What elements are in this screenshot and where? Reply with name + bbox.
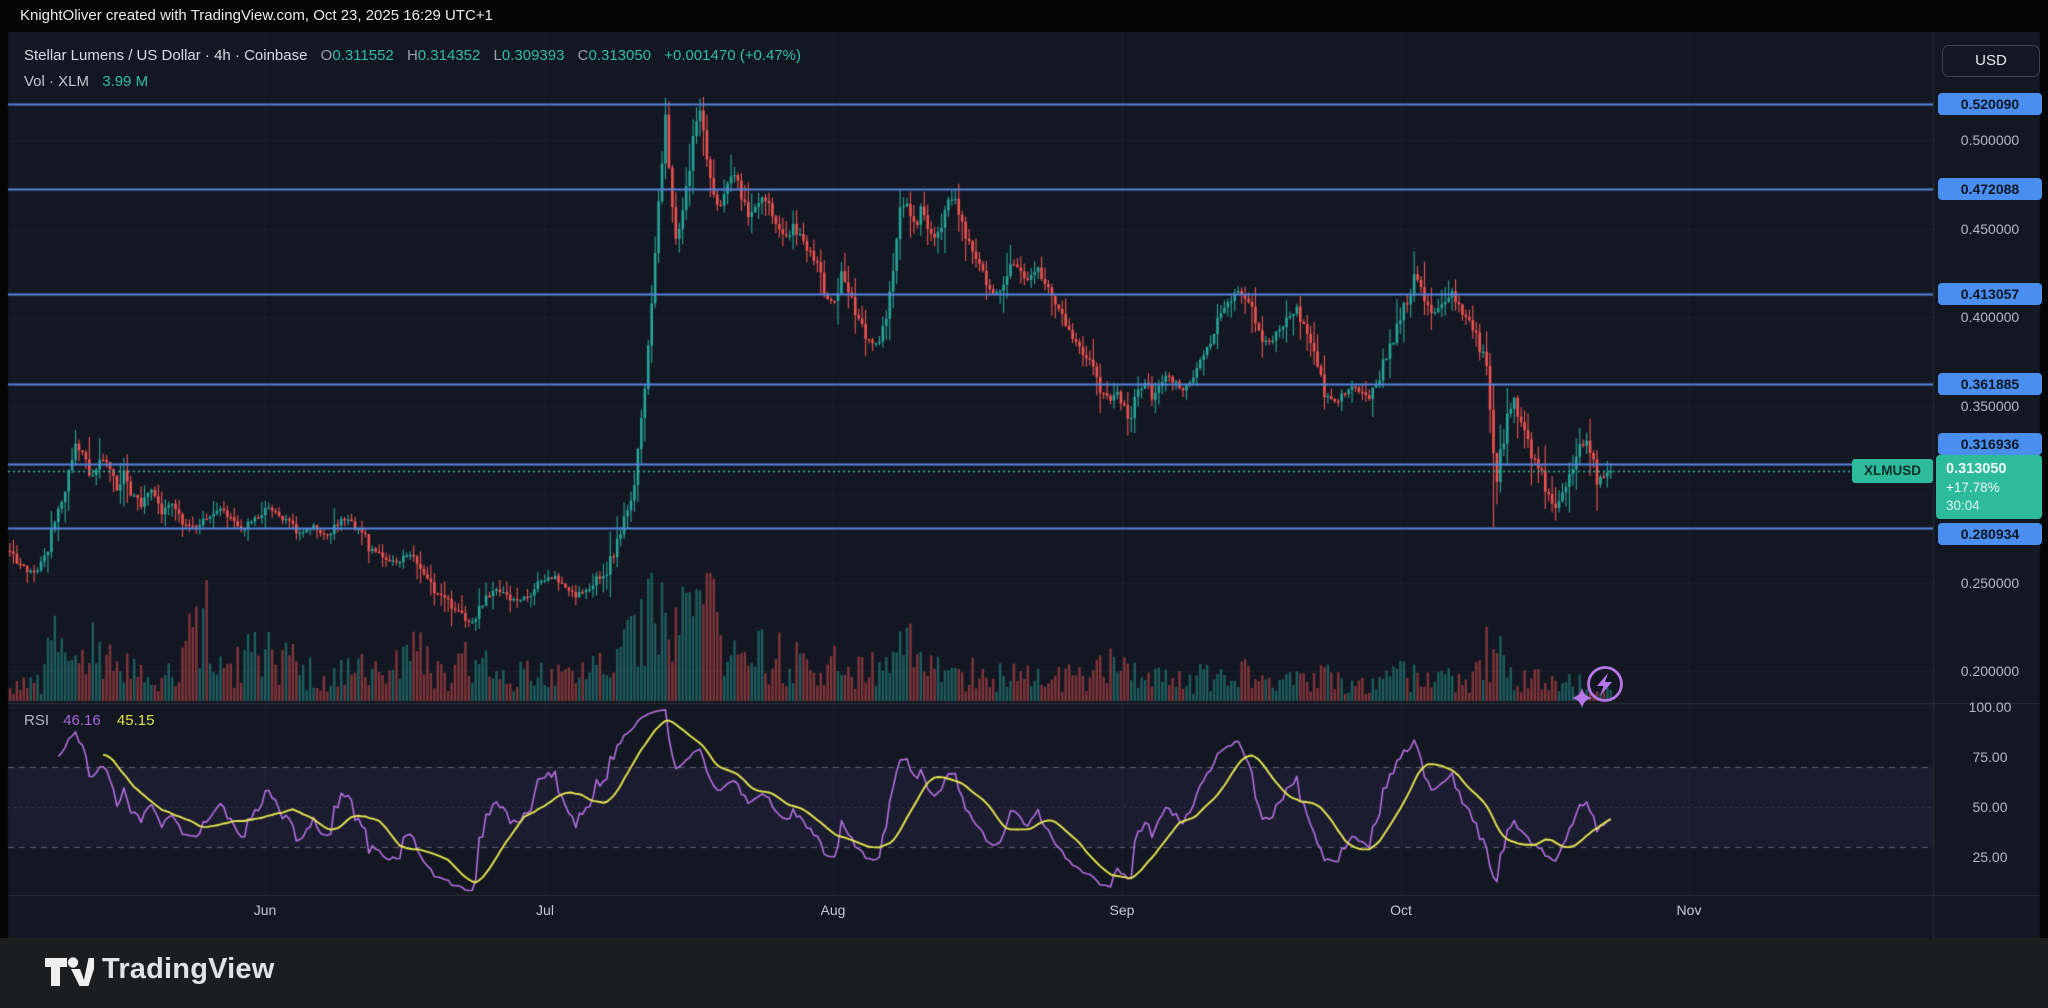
flash-boost-icon[interactable]: [1568, 654, 1640, 716]
currency-toggle-button[interactable]: USD: [1942, 45, 2040, 77]
time-axis-month-label: Oct: [1390, 902, 1412, 918]
price-tick-label: 0.200000: [1960, 663, 2020, 679]
alert-level-label: 0.520090: [1938, 93, 2042, 116]
low-value: 0.309393: [501, 47, 565, 64]
attribution-text: KnightOliver created with TradingView.co…: [20, 7, 493, 24]
lightning-bolt-icon: [1597, 673, 1612, 696]
rsi-tick-label: 50.00: [1972, 799, 2008, 815]
rsi-legend[interactable]: RSI 46.16 45.15: [24, 712, 154, 729]
time-axis-month-label: Nov: [1676, 902, 1702, 918]
alert-level-label: 0.413057: [1938, 282, 2042, 305]
time-axis-month-label: Jul: [536, 902, 554, 918]
volume-value: 3.99 M: [102, 73, 149, 90]
symbol-title: Stellar Lumens / US Dollar · 4h · Coinba…: [24, 47, 308, 64]
rsi-tick-label: 25.00: [1972, 849, 2008, 865]
attribution-bar: KnightOliver created with TradingView.co…: [0, 0, 2048, 32]
high-label: H: [406, 47, 418, 64]
bar-countdown: 30:04: [1946, 498, 1980, 513]
footer-bar: TradingView: [0, 938, 2048, 1008]
close-label: C: [577, 47, 589, 64]
alert-level-label: 0.472088: [1938, 178, 2042, 201]
current-price: 0.313050: [1946, 461, 2007, 477]
time-axis-month-label: Aug: [820, 902, 846, 918]
alert-level-label: 0.361885: [1938, 373, 2042, 396]
volume-label: Vol · XLM: [24, 73, 90, 90]
rsi-label: RSI: [24, 712, 50, 729]
current-price-label: 0.313050 +17.78% 30:04: [1936, 455, 2042, 519]
rsi-ma-value: 45.15: [116, 712, 155, 729]
price-tick-label: 0.400000: [1960, 309, 2020, 325]
price-tick-label: 0.250000: [1960, 574, 2020, 591]
tradingview-chart-widget: KnightOliver created with TradingView.co…: [0, 0, 2048, 1008]
time-axis-month-label: Sep: [1109, 902, 1135, 918]
open-label: O: [320, 47, 333, 64]
price-tick-label: 0.450000: [1960, 220, 2020, 237]
volume-legend[interactable]: Vol · XLM 3.99 M: [24, 73, 148, 90]
rsi-value: 46.16: [63, 712, 101, 729]
current-change-pct: +17.78%: [1946, 480, 2000, 495]
low-label: L: [493, 47, 502, 64]
symbol-price-tag: XLMUSD: [1852, 459, 1933, 483]
time-axis-month-label: Jun: [253, 902, 277, 918]
high-value: 0.314352: [417, 47, 481, 64]
open-value: 0.311552: [332, 47, 394, 64]
change-value: +0.001470 (+0.47%): [664, 47, 801, 64]
chart-canvas[interactable]: [0, 0, 2048, 1008]
rsi-tick-label: 100.00: [1968, 699, 2012, 715]
tradingview-brand-text[interactable]: TradingView: [102, 953, 275, 986]
rsi-tick-label: 75.00: [1972, 749, 2008, 765]
close-value: 0.313050: [588, 47, 652, 64]
price-tick-label: 0.500000: [1960, 132, 2020, 148]
tradingview-logo-icon[interactable]: [44, 953, 94, 993]
alert-level-label: 0.280934: [1938, 523, 2042, 545]
symbol-legend[interactable]: Stellar Lumens / US Dollar · 4h · Coinba…: [24, 47, 801, 64]
alert-level-label: 0.316936: [1938, 433, 2042, 455]
price-tick-label: 0.350000: [1960, 397, 2020, 414]
